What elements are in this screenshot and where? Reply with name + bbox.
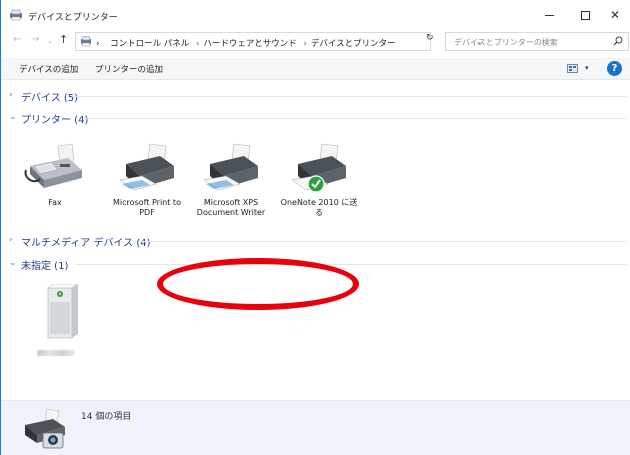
minimize-icon [544, 14, 554, 16]
computer-tower-icon [47, 284, 79, 339]
group-divider [139, 241, 627, 242]
group-printers[interactable]: ⌄ プリンター (4) [9, 111, 627, 126]
add-printer-button[interactable]: プリンターの追加 [95, 63, 163, 75]
close-icon: ✕ [609, 8, 621, 22]
minimize-button[interactable] [531, 0, 567, 30]
group-title-multimedia: マルチメディア デバイス (4) [21, 238, 151, 249]
add-device-button[interactable]: デバイスの追加 [19, 63, 78, 75]
up-arrow-icon[interactable]: ↑ [59, 33, 68, 46]
close-button[interactable]: ✕ [597, 0, 630, 30]
details-pane: 14 個の項目 [1, 400, 630, 455]
printer-default-icon [291, 143, 346, 193]
group-devices[interactable]: › デバイス (5) [9, 89, 627, 104]
group-divider [73, 96, 627, 97]
device-item-xps-writer[interactable]: Microsoft XPS Document Writer [192, 140, 270, 218]
back-arrow-icon[interactable]: ← [13, 34, 21, 45]
refresh-icon[interactable]: ↻ [426, 33, 440, 47]
chevron-right-icon: › [9, 90, 13, 100]
group-divider [83, 118, 627, 119]
annotation-ellipse [157, 258, 359, 310]
group-divider [75, 264, 627, 265]
breadcrumb-separator: › [96, 39, 100, 49]
chevron-right-icon: › [9, 235, 13, 245]
control-panel-icon [81, 36, 91, 47]
breadcrumb-separator: › [196, 39, 200, 49]
item-count: 14 個の項目 [81, 412, 132, 422]
search-box[interactable]: デバイスとプリンターの検索 [445, 32, 629, 51]
window-title: デバイスとプリンター [28, 13, 118, 23]
breadcrumb-devices-printers[interactable]: デバイスとプリンター [311, 39, 396, 49]
devices-and-printers-window: デバイスとプリンター ✕ ← → ⌄ ↑ › コントロール パネル › ハードウェ… [0, 0, 630, 455]
chevron-down-icon: ⌄ [9, 112, 17, 122]
group-multimedia[interactable]: › マルチメディア デバイス (4) [9, 234, 627, 249]
help-icon[interactable]: ? [607, 61, 622, 76]
group-title-devices: デバイス (5) [21, 93, 79, 104]
change-view-icon[interactable] [567, 64, 578, 73]
address-bar[interactable]: › コントロール パネル › ハードウェアとサウンド › デバイスとプリンター ⌄ [75, 32, 482, 51]
chevron-down-icon: ⌄ [9, 258, 17, 268]
device-label: OneNote 2010 に送る [280, 198, 358, 217]
printer-icon [119, 143, 174, 191]
search-icon[interactable] [613, 36, 623, 46]
view-dropdown-icon[interactable]: ▾ [585, 64, 589, 72]
forward-arrow-icon[interactable]: → [31, 34, 39, 45]
recent-locations-chevron-icon[interactable]: ⌄ [47, 37, 53, 45]
devices-printers-icon [10, 9, 22, 21]
group-title-printers: プリンター (4) [21, 115, 89, 126]
printer-icon [203, 143, 258, 191]
address-row: ← → ⌄ ↑ › コントロール パネル › ハードウェアとサウンド › デバイスと… [1, 30, 630, 54]
command-bar: デバイスの追加 プリンターの追加 ▾ ? [1, 58, 630, 80]
device-label-obscured [37, 350, 75, 356]
fax-icon [24, 143, 82, 188]
device-item-onenote[interactable]: OneNote 2010 に送る [280, 140, 358, 218]
device-label: Microsoft Print to PDF [113, 198, 181, 217]
breadcrumb-control-panel[interactable]: コントロール パネル [110, 39, 189, 49]
device-label: Microsoft XPS Document Writer [196, 198, 266, 217]
device-label: Fax [48, 198, 62, 207]
device-item-fax[interactable]: Fax [16, 140, 94, 208]
maximize-icon [580, 10, 590, 20]
breadcrumb-separator: › [303, 39, 307, 49]
title-bar: デバイスとプリンター ✕ [1, 0, 630, 30]
device-item-computer[interactable] [18, 284, 96, 344]
breadcrumb-hardware-sound[interactable]: ハードウェアとサウンド [203, 39, 296, 49]
breadcrumb: › コントロール パネル › ハードウェアとサウンド › デバイスとプリンター [96, 37, 396, 49]
printer-camera-icon [25, 408, 65, 449]
group-title-unspecified: 未指定 (1) [21, 261, 69, 272]
device-item-print-to-pdf[interactable]: Microsoft Print to PDF [108, 140, 186, 218]
search-placeholder: デバイスとプリンターの検索 [454, 38, 558, 47]
